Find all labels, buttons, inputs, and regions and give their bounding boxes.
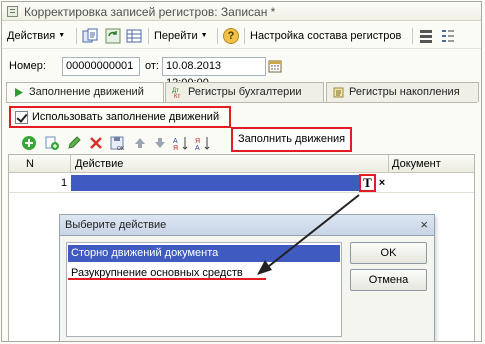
pointer-arrow xyxy=(257,194,360,275)
main-window: Корректировка записей регистров: Записан… xyxy=(1,1,482,342)
